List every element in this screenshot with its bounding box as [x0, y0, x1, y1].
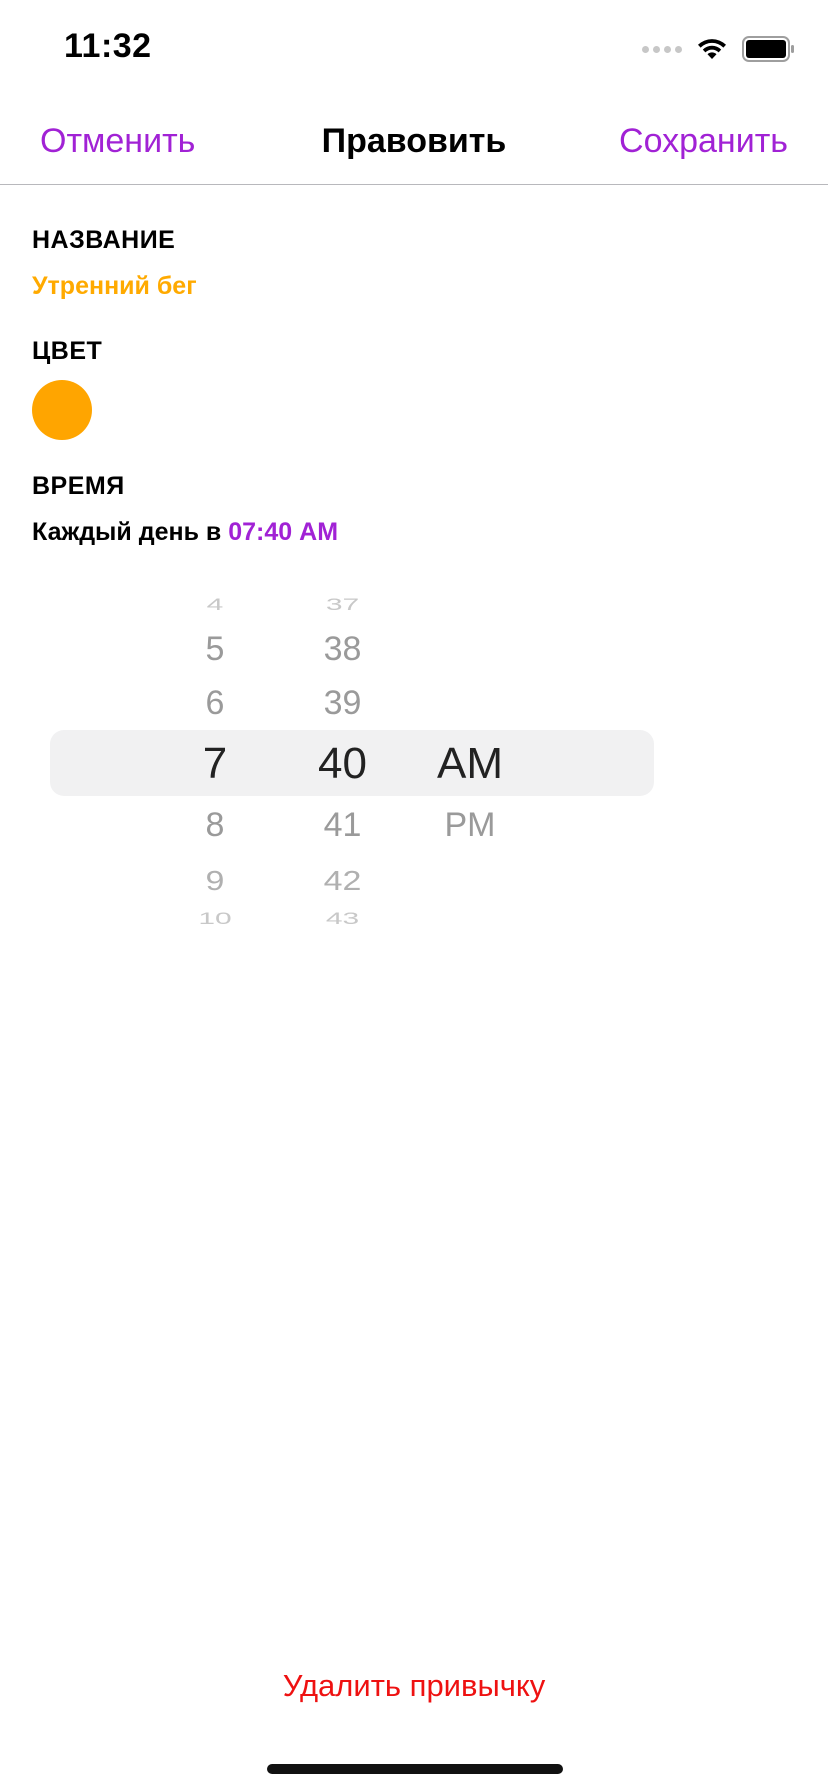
period-option[interactable]: PM — [420, 808, 520, 842]
minute-option[interactable]: 39 — [285, 686, 400, 720]
hour-option[interactable]: 9 — [160, 867, 270, 895]
minute-option-selected[interactable]: 40 — [285, 742, 400, 786]
status-bar: 11:32 — [0, 0, 828, 100]
hour-wheel[interactable]: 4 5 6 7 8 9 10 — [160, 582, 270, 942]
hour-option[interactable]: 8 — [160, 808, 270, 842]
home-indicator — [267, 1764, 563, 1774]
hour-option[interactable]: 6 — [160, 686, 270, 720]
time-value: 07:40 AM — [228, 518, 339, 546]
minute-option[interactable]: 38 — [285, 632, 400, 666]
minute-option[interactable]: 42 — [285, 867, 400, 895]
minute-option[interactable]: 41 — [285, 808, 400, 842]
hour-option[interactable]: 10 — [160, 910, 270, 928]
period-option-selected[interactable]: AM — [420, 742, 520, 786]
hour-option[interactable]: 5 — [160, 632, 270, 666]
save-button[interactable]: Сохранить — [619, 122, 788, 161]
time-prefix: Каждый день в — [32, 518, 222, 546]
habit-name-field[interactable]: Утренний бег — [32, 272, 197, 301]
status-icons — [642, 36, 796, 62]
name-section-label: НАЗВАНИЕ — [32, 226, 176, 254]
hour-option[interactable]: 4 — [160, 596, 270, 614]
signal-dots-icon — [642, 45, 682, 53]
time-picker[interactable]: 4 5 6 7 8 9 10 37 38 39 40 41 42 43 AM P… — [0, 582, 828, 942]
color-swatch[interactable] — [32, 380, 92, 440]
wifi-icon — [696, 37, 728, 61]
time-section-label: ВРЕМЯ — [32, 472, 125, 500]
status-time: 11:32 — [64, 27, 152, 65]
battery-icon — [742, 36, 796, 62]
minute-option[interactable]: 37 — [285, 596, 400, 614]
minute-wheel[interactable]: 37 38 39 40 41 42 43 — [285, 582, 400, 942]
hour-option-selected[interactable]: 7 — [160, 742, 270, 786]
page-title: Правовить — [321, 122, 507, 160]
minute-option[interactable]: 43 — [285, 910, 400, 928]
nav-bar: Отменить Правовить Сохранить — [0, 100, 828, 185]
period-wheel[interactable]: AM PM — [420, 582, 520, 942]
delete-habit-button[interactable]: Удалить привычку — [0, 1668, 828, 1704]
time-summary: Каждый день в 07:40 AM — [32, 518, 338, 547]
color-section-label: ЦВЕТ — [32, 337, 103, 365]
cancel-button[interactable]: Отменить — [40, 122, 195, 161]
